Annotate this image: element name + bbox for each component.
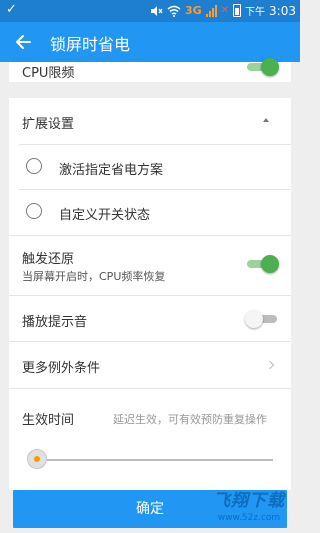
watermark-title: 飞翔下载 [213,491,285,511]
option-label: 激活指定省电方案 [59,163,164,178]
sound-label: 播放提示音 [22,315,88,330]
effect-time-slider[interactable] [37,459,273,461]
back-button[interactable] [10,28,38,56]
watermark: 飞翔下载 www.52z.com [206,490,292,528]
battery-icon [233,4,242,17]
status-check-icon: ✓ [6,2,17,17]
cpu-limit-toggle[interactable] [245,58,279,76]
cpu-limit-label: CPU限频 [22,66,75,81]
chevron-right-icon [265,360,275,370]
restore-description: 当屏幕开启时，CPU频率恢复 [22,270,166,283]
arrow-left-icon [16,35,31,49]
exceptions-row[interactable]: 更多例外条件 [9,342,291,388]
sound-toggle[interactable] [245,310,279,328]
no-sim-icon: ✕ [220,5,230,16]
effect-time-hint: 延迟生效，可有效预防重复操作 [113,413,267,426]
section-title: 扩展设置 [22,117,75,132]
effect-time-label: 生效时间 [22,413,75,428]
mute-icon [150,5,163,16]
time-period: 下午 [245,7,266,18]
radio-button[interactable] [26,203,42,219]
cpu-limit-card: CPU限频 [9,58,291,82]
restore-toggle[interactable] [245,255,279,273]
page-title: 锁屏时省电 [50,35,131,54]
clock: 3:03 [269,3,296,18]
status-icons: 3G ✕ 下午 3:03 [150,3,296,18]
app-bar: 锁屏时省电 [0,22,300,62]
effect-time-row: 生效时间 延迟生效，可有效预防重复操作 [9,389,291,490]
option-label: 自定义开关状态 [59,208,151,223]
extended-settings-card: 扩展设置 激活指定省电方案 自定义开关状态 触发还原 当屏幕开启时，CPU频率恢… [9,98,291,490]
restore-row[interactable]: 触发还原 当屏幕开启时，CPU频率恢复 [9,236,291,295]
watermark-url: www.52z.com [217,513,281,523]
collapse-caret-icon [263,118,269,122]
slider-thumb[interactable] [27,449,47,469]
radio-button[interactable] [26,158,42,174]
exceptions-label: 更多例外条件 [22,361,101,376]
status-bar: ✓ 3G ✕ 下午 3:03 [0,0,300,22]
restore-label: 触发还原 [22,252,75,267]
wifi-icon [167,5,181,17]
option-row-custom-switch[interactable]: 自定义开关状态 [9,190,291,235]
sound-row[interactable]: 播放提示音 [9,296,291,341]
signal-icon [205,4,217,17]
option-row-activate-plan[interactable]: 激活指定省电方案 [9,145,291,190]
extended-settings-header[interactable]: 扩展设置 [9,98,291,144]
network-type: 3G [184,4,202,17]
